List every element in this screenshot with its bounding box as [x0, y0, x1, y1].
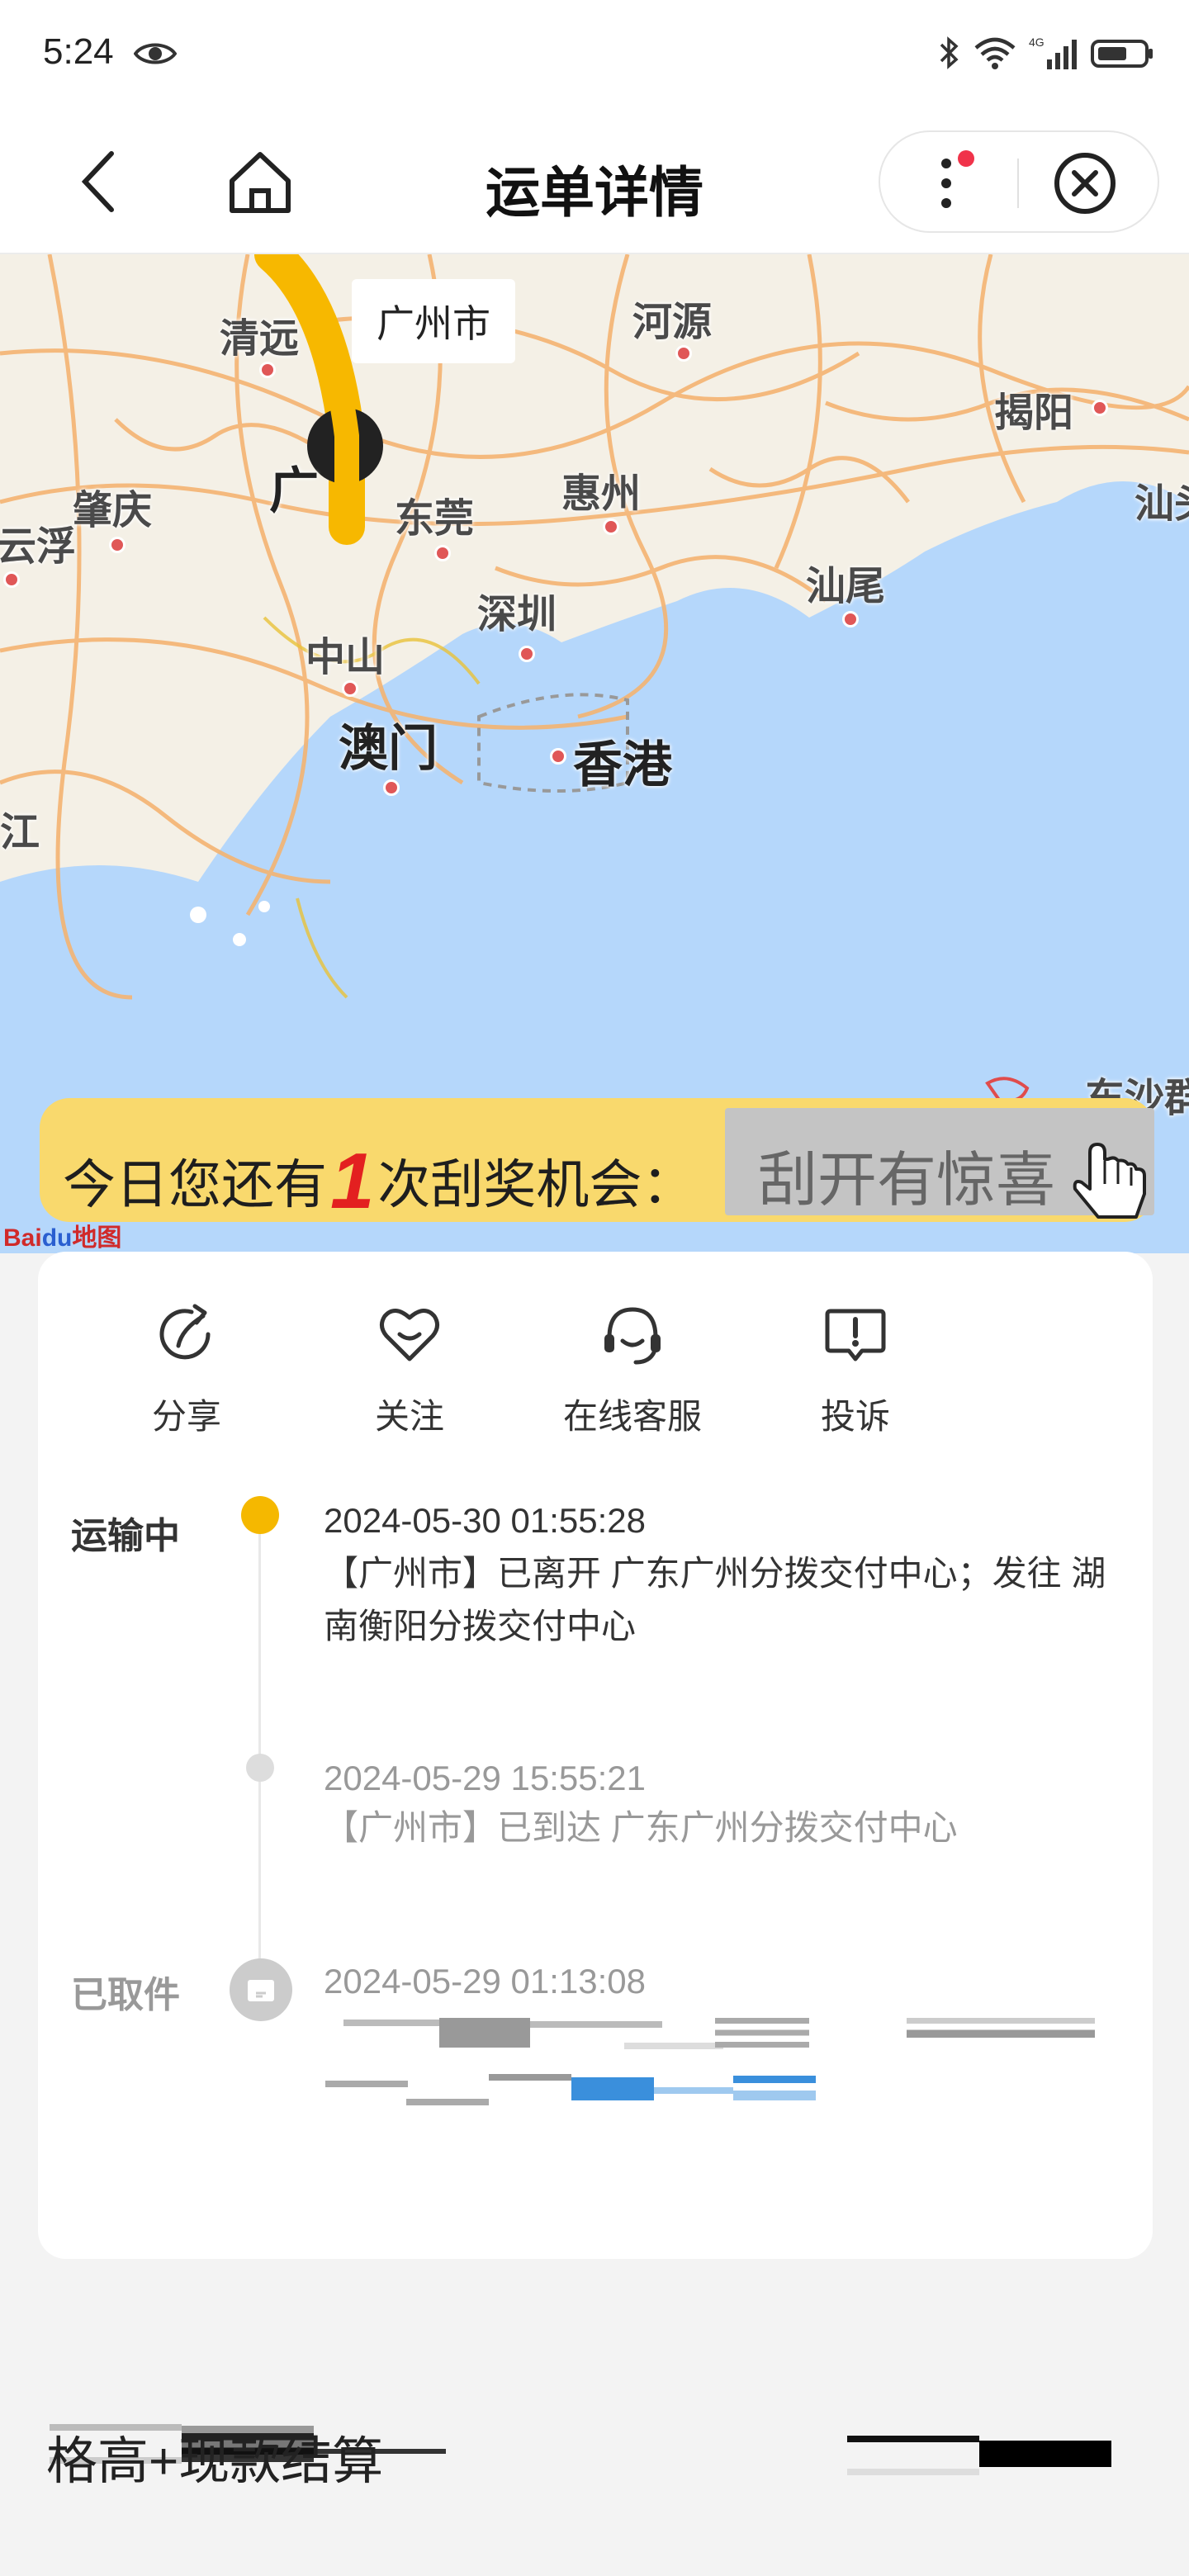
scratch-prefix: 今日您还有 — [63, 1155, 327, 1215]
map-label: 云浮 — [0, 525, 77, 569]
map-label: 汕头 — [1135, 482, 1189, 526]
more-button[interactable] — [913, 150, 979, 216]
timeline-dot — [246, 1754, 274, 1782]
baidu-map-logo: Baidu地图 — [3, 1217, 121, 1253]
map-label: 香港 — [573, 737, 672, 793]
customer-service-label: 在线客服 — [562, 1397, 702, 1436]
redacted-text — [624, 2043, 723, 2049]
city-marker — [434, 545, 451, 561]
waybill-card: 分享 关注 在线客服 投诉 运输中 2024-05-30 01:55:28 【广… — [38, 1252, 1153, 2259]
redacted-text — [530, 2021, 662, 2028]
share-icon — [159, 1304, 211, 1360]
timeline-time: 2024-05-29 01:13:08 — [324, 1962, 646, 2001]
timeline-dot-active — [241, 1496, 279, 1534]
map-label: 澳门 — [339, 721, 438, 776]
map-label: 江 — [0, 811, 40, 855]
status-time: 5:24 — [43, 31, 114, 72]
map-label: 中山 — [306, 636, 386, 680]
follow-button[interactable]: 关注 — [319, 1301, 500, 1466]
package-icon — [230, 1958, 292, 2021]
redacted-text — [715, 2018, 809, 2048]
payment-terms: 格高+现款结算 — [46, 2433, 384, 2490]
current-city-tag: 广州市 — [352, 279, 515, 363]
scratch-area-label: 刮开有惊喜 — [758, 1148, 1056, 1214]
city-marker — [383, 779, 400, 796]
baidu-logo-du: du — [41, 1224, 73, 1252]
redacted-text — [733, 2076, 816, 2100]
box-icon — [248, 1980, 274, 2001]
redacted-text — [343, 2020, 451, 2026]
complaint-button[interactable]: 投诉 — [765, 1301, 946, 1466]
timeline-status: 已取件 — [71, 1975, 180, 2015]
city-marker — [259, 362, 276, 378]
miniapp-capsule — [879, 130, 1159, 233]
battery-icon — [1091, 40, 1153, 68]
map-label: 揭阳 — [994, 391, 1074, 435]
scratch-prompt: 今日您还有1次刮奖机会： — [63, 1131, 695, 1225]
city-marker — [109, 537, 126, 553]
map-label: 肇庆 — [73, 489, 153, 533]
follow-label: 关注 — [374, 1397, 444, 1436]
city-marker — [842, 611, 859, 627]
more-vertical-icon — [941, 150, 974, 208]
close-circle-icon — [1054, 153, 1116, 214]
redacted-text — [489, 2074, 571, 2081]
nav-bar: 运单详情 — [0, 116, 1189, 254]
city-marker — [675, 345, 692, 362]
city-marker — [3, 571, 20, 588]
map-label: 汕尾 — [806, 565, 886, 608]
share-label: 分享 — [151, 1397, 221, 1436]
timeline-time: 2024-05-30 01:55:28 — [324, 1501, 646, 1540]
map-label: 东莞 — [395, 497, 475, 541]
headset-icon — [604, 1307, 661, 1365]
complaint-label: 投诉 — [820, 1397, 890, 1436]
map-label: 清远 — [220, 317, 300, 361]
city-marker — [603, 519, 619, 535]
map-label: 惠州 — [561, 472, 642, 516]
map-label: 深圳 — [477, 593, 557, 637]
city-marker — [519, 646, 535, 662]
city-marker — [550, 748, 566, 765]
redacted-text — [406, 2099, 489, 2105]
timeline-line — [258, 1532, 261, 1970]
map-label: 广 — [269, 463, 319, 519]
redacted-text — [979, 2441, 1111, 2467]
redacted-text — [847, 2469, 979, 2475]
pointer-hand-icon — [1073, 1143, 1146, 1219]
eye-icon — [134, 43, 177, 64]
city-marker — [342, 680, 358, 697]
share-button[interactable]: 分享 — [96, 1301, 277, 1466]
signal-icon: 4G — [1029, 36, 1077, 69]
status-icons: 4G — [936, 35, 1156, 71]
baidu-logo-map: 地图 — [72, 1224, 122, 1252]
heart-icon — [380, 1309, 439, 1361]
network-type: 4G — [1029, 36, 1045, 49]
status-bar: 5:24 4G — [0, 0, 1189, 116]
redacted-text — [571, 2077, 654, 2100]
redacted-text — [325, 2081, 408, 2087]
scratch-card-banner: 今日您还有1次刮奖机会： 刮开有惊喜 — [40, 1098, 1154, 1225]
timeline-status: 运输中 — [71, 1516, 180, 1556]
wifi-icon — [974, 37, 1016, 69]
timeline-time: 2024-05-29 15:55:21 — [324, 1759, 646, 1797]
customer-service-button[interactable]: 在线客服 — [542, 1301, 723, 1466]
redacted-text — [847, 2436, 979, 2442]
redacted-text — [654, 2087, 737, 2094]
bluetooth-icon — [940, 36, 959, 69]
redacted-text — [907, 2018, 1095, 2038]
redacted-text — [439, 2018, 530, 2048]
scratch-count: 1 — [330, 1137, 375, 1225]
timeline-description: 【广州市】已离开 广东广州分拨交付中心；发往 湖南衡阳分拨交付中心 — [324, 1554, 1106, 1646]
scratch-suffix: 次刮奖机会： — [377, 1155, 695, 1215]
map-label: 河源 — [632, 301, 713, 344]
baidu-logo-bai: Bai — [3, 1224, 42, 1252]
city-marker — [1092, 400, 1108, 416]
complaint-icon — [825, 1309, 886, 1361]
timeline-description: 【广州市】已到达 广东广州分拨交付中心 — [324, 1808, 958, 1847]
capsule-divider — [1017, 159, 1019, 208]
close-button[interactable] — [1052, 150, 1118, 216]
